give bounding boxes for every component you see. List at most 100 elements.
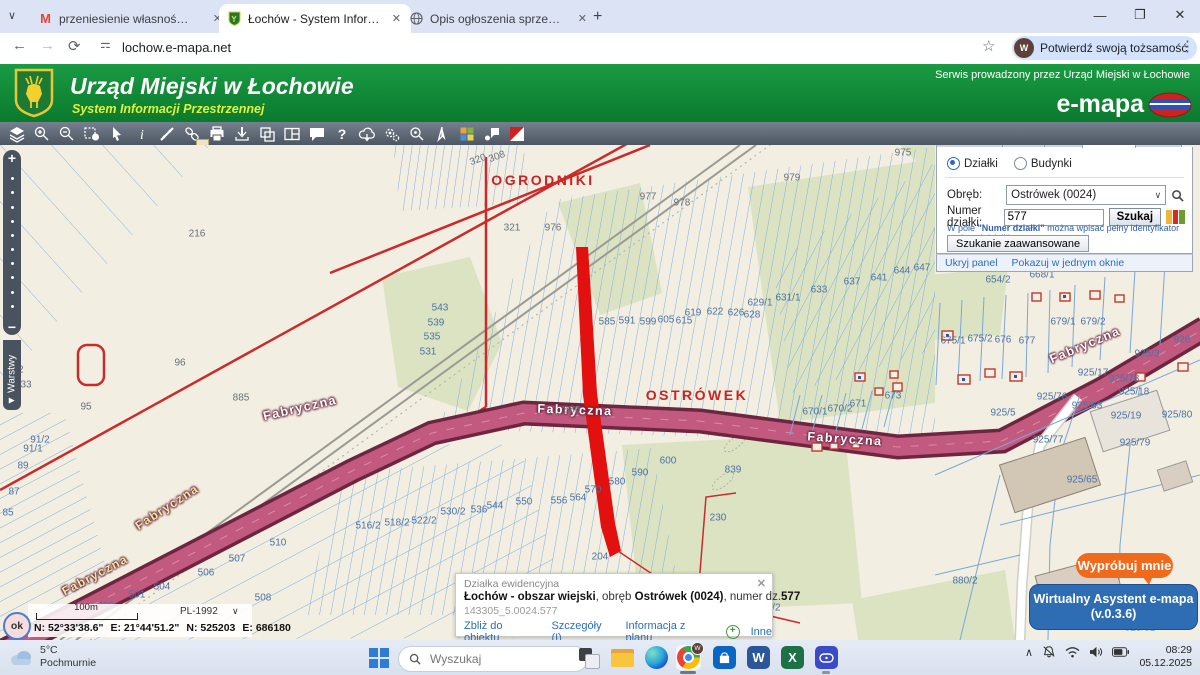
edge-icon[interactable] [644, 645, 669, 670]
emapa-brand: e-mapa [1056, 90, 1144, 119]
measure-icon[interactable] [154, 123, 179, 145]
bookmark-star-icon[interactable]: ☆ [982, 37, 995, 55]
word-icon[interactable]: W [746, 645, 771, 670]
notification-off-icon[interactable] [1042, 645, 1056, 659]
single-window-link[interactable]: Pokazuj w jednym oknie [1012, 257, 1125, 269]
profile-chip[interactable]: W Potwierdź swoją tożsamość [1012, 36, 1197, 60]
details-link[interactable]: Szczegóły (I) [551, 620, 614, 640]
ok-button[interactable]: ok [3, 612, 31, 640]
forward-icon[interactable]: → [40, 37, 55, 54]
tab-close-icon[interactable]: ✕ [576, 12, 589, 25]
window-minimize-button[interactable]: — [1080, 0, 1120, 30]
reload-icon[interactable]: ⟳ [68, 37, 81, 55]
site-title: Urząd Miejski w Łochowie [70, 73, 354, 100]
cloud-icon [8, 648, 34, 666]
app-icon-blue[interactable] [814, 645, 839, 670]
crs-label[interactable]: PL-1992 [180, 606, 218, 617]
assistant-try-bubble[interactable]: Wypróbuj mnie [1076, 553, 1173, 578]
svg-text:i: i [140, 128, 144, 143]
taskbar-search[interactable] [398, 646, 588, 672]
obreb-search-icon[interactable] [1171, 189, 1184, 202]
cloud-icon[interactable] [354, 123, 379, 145]
zoom-in-icon[interactable] [29, 123, 54, 145]
globe-icon [409, 11, 424, 26]
volume-icon[interactable] [1089, 646, 1103, 658]
browser-tab-3[interactable]: Opis ogłoszenia sprzedaży ✕ [401, 4, 597, 33]
contrast-icon[interactable] [504, 123, 529, 145]
wifi-icon[interactable] [1065, 646, 1080, 658]
layers-panel-tab[interactable]: ▼ Warstwy [3, 340, 21, 410]
select-area-icon[interactable] [79, 123, 104, 145]
popup-type-label: Działka ewidencyjna [464, 578, 559, 590]
zoom-slider[interactable] [11, 166, 14, 319]
layers-icon[interactable] [4, 123, 29, 145]
crs-chevron-icon[interactable]: ∨ [232, 606, 239, 617]
zoom-in-button[interactable]: + [8, 150, 16, 166]
taskbar-clock[interactable]: 08:29 05.12.2025 [1139, 644, 1192, 670]
clock-date: 05.12.2025 [1139, 657, 1192, 669]
tray-chevron-icon[interactable]: ∧ [1025, 646, 1033, 659]
plan-info-link[interactable]: Informacja z planu [626, 620, 715, 640]
virtual-assistant-button[interactable]: Wirtualny Asystent e-mapa (v.0.3.6) [1029, 584, 1198, 630]
browser-menu-icon[interactable]: ⋮ [1180, 37, 1195, 55]
zoom-to-object-link[interactable]: Zbliż do obiektu [464, 620, 540, 640]
advanced-search-button[interactable]: Szukanie zaawansowane [947, 235, 1089, 252]
url-text[interactable]: lochow.e-mapa.net [122, 40, 231, 55]
site-info-icon[interactable]: ⚎ [100, 37, 111, 51]
window-maximize-button[interactable]: ❐ [1120, 0, 1160, 30]
settings-icon[interactable] [379, 123, 404, 145]
window-close-button[interactable]: ✕ [1160, 0, 1200, 30]
map-statusbar: 100m PL-1992 ∨ N: 52°33'38.6"E: 21°44'51… [28, 604, 252, 637]
browser-tab-2-active[interactable]: Łochów - System Informacji Prz ✕ [219, 4, 411, 33]
site-subtitle: System Informacji Przestrzennej [72, 102, 264, 116]
hide-panel-link[interactable]: Ukryj panel [945, 257, 998, 269]
color-swatch-yellow[interactable] [1166, 210, 1172, 224]
north-arrow-icon[interactable] [429, 123, 454, 145]
excel-icon[interactable]: X [780, 645, 805, 670]
scale-bar [36, 613, 138, 620]
tab-label: przeniesienie własności - walde [59, 12, 194, 26]
copy-view-icon[interactable] [254, 123, 279, 145]
color-swatch-green[interactable] [1179, 210, 1185, 224]
zoom-out-icon[interactable] [54, 123, 79, 145]
tab-search-chevron-icon[interactable]: ∨ [8, 9, 16, 22]
start-button[interactable] [366, 645, 391, 670]
help-icon[interactable]: ? [329, 123, 354, 145]
browser-tab-1[interactable]: M przeniesienie własności - walde ✕ [30, 4, 232, 33]
plus-icon[interactable]: + [726, 625, 740, 639]
radio-budynki[interactable] [1014, 157, 1027, 170]
avatar: W [1014, 38, 1034, 58]
new-tab-button[interactable]: + [593, 8, 602, 26]
zoom-out-button[interactable]: − [8, 319, 16, 335]
comment-icon[interactable] [304, 123, 329, 145]
search-panel: Współrzędne Adresy Plany Działki Obiekty… [936, 145, 1193, 272]
chrome-profile-badge: W [691, 642, 704, 655]
color-swatch-red[interactable] [1173, 210, 1179, 224]
pointer-icon[interactable] [104, 123, 129, 145]
radio-dzialki-label: Działki [964, 158, 998, 170]
battery-icon[interactable] [1112, 647, 1129, 657]
chrome-icon[interactable]: W [676, 645, 701, 670]
store-icon[interactable] [712, 645, 737, 670]
radio-budynki-label: Budynki [1031, 158, 1072, 170]
search-plus-icon[interactable] [404, 123, 429, 145]
back-icon[interactable]: ← [12, 37, 27, 54]
clock-time: 08:29 [1166, 644, 1192, 656]
popup-close-icon[interactable]: ✕ [757, 577, 766, 590]
layout-icon[interactable] [279, 123, 304, 145]
radio-dzialki[interactable] [947, 157, 960, 170]
poi-icon[interactable] [479, 123, 504, 145]
file-explorer-icon[interactable] [610, 645, 635, 670]
obreb-select[interactable]: Ostrówek (0024) ∨ [1006, 185, 1166, 205]
download-icon[interactable] [229, 123, 254, 145]
info-icon[interactable]: i [129, 123, 154, 145]
other-link[interactable]: Inne [751, 626, 772, 638]
legend-icon[interactable] [454, 123, 479, 145]
coordinates-readout: N: 52°33'38.6"E: 21°44'51.2" N: 525203E:… [34, 622, 291, 634]
zoom-control[interactable]: + − [3, 150, 21, 335]
obreb-label: Obręb: [947, 189, 982, 201]
taskbar-search-input[interactable] [428, 651, 542, 667]
tab-dzialki[interactable]: Działki [1082, 145, 1136, 148]
task-view-button[interactable] [576, 645, 601, 670]
taskbar-weather[interactable]: 5°C Pochmurnie [8, 644, 96, 670]
